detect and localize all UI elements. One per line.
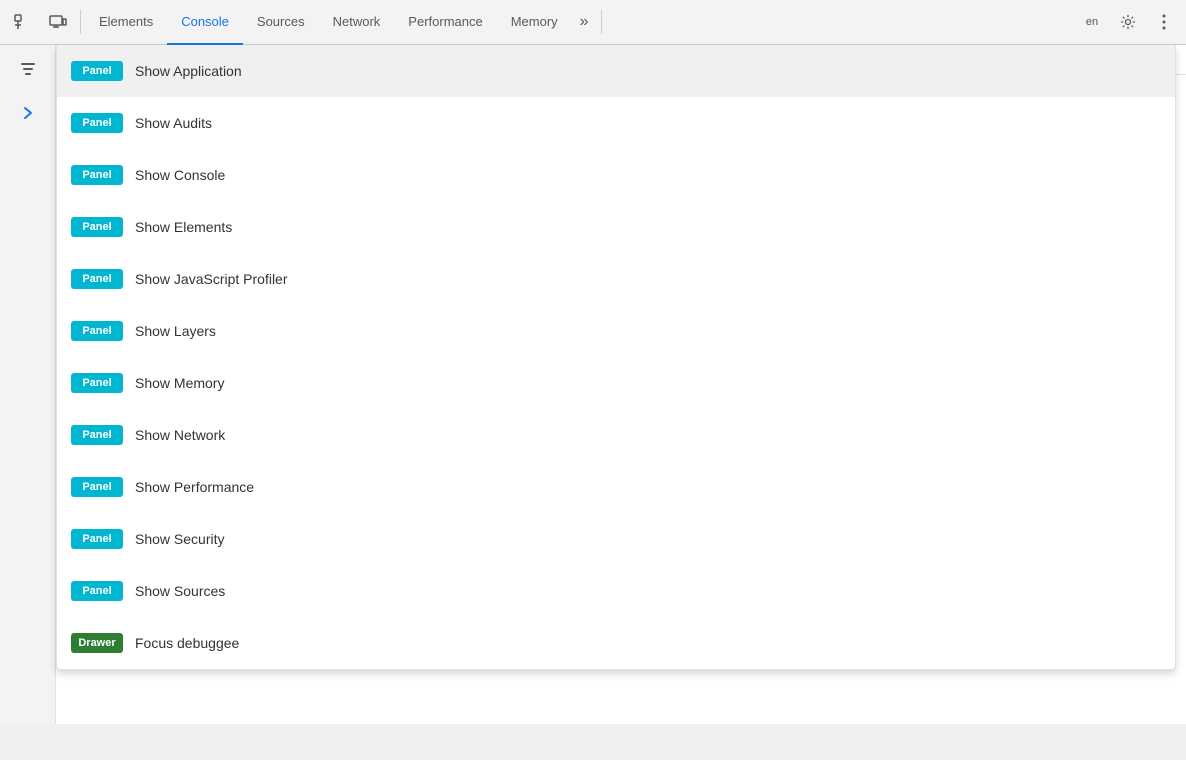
console-filter-btn[interactable] <box>12 53 44 85</box>
left-sidebar <box>0 45 56 724</box>
badge-panel: Panel <box>71 113 123 133</box>
badge-panel: Panel <box>71 529 123 549</box>
badge-panel: Panel <box>71 217 123 237</box>
badge-drawer: Drawer <box>71 633 123 653</box>
settings-btn[interactable] <box>1110 4 1146 40</box>
show-console-sidebar-icon <box>19 60 37 78</box>
dropdown-item-focus-debuggee[interactable]: Drawer Focus debuggee <box>57 617 1175 669</box>
main-area: > PanelShow ApplicationPanelShow AuditsP… <box>0 45 1186 724</box>
tab-elements[interactable]: Elements <box>85 0 167 45</box>
badge-panel: Panel <box>71 373 123 393</box>
chevron-right-icon <box>22 104 34 122</box>
dropdown-item-label: Show Security <box>135 531 224 547</box>
dropdown-item-show-javascript-profiler[interactable]: Panel Show JavaScript Profiler <box>57 253 1175 305</box>
dropdown-item-show-network[interactable]: Panel Show Network <box>57 409 1175 461</box>
tab-network[interactable]: Network <box>319 0 395 45</box>
dropdown-item-show-elements[interactable]: Panel Show Elements <box>57 201 1175 253</box>
dropdown-item-show-application[interactable]: Panel Show Application <box>57 45 1175 97</box>
dropdown-item-show-performance[interactable]: Panel Show Performance <box>57 461 1175 513</box>
badge-panel: Panel <box>71 269 123 289</box>
toolbar-divider <box>80 10 81 34</box>
dropdown-item-label: Focus debuggee <box>135 635 239 651</box>
more-menu-btn[interactable] <box>1146 4 1182 40</box>
badge-panel: Panel <box>71 165 123 185</box>
devtools-toolbar: Elements Console Sources Network Perform… <box>0 0 1186 45</box>
badge-panel: Panel <box>71 321 123 341</box>
dropdown-item-show-memory[interactable]: Panel Show Memory <box>57 357 1175 409</box>
dropdown-item-label: Show Elements <box>135 219 232 235</box>
inspect-icon <box>13 13 31 31</box>
dropdown-item-show-sources[interactable]: Panel Show Sources <box>57 565 1175 617</box>
more-icon <box>1162 14 1166 30</box>
dropdown-item-label: Show Application <box>135 63 242 79</box>
responsive-icon-btn[interactable] <box>40 4 76 40</box>
command-dropdown: PanelShow ApplicationPanelShow AuditsPan… <box>56 45 1176 670</box>
locale-btn[interactable]: en <box>1074 4 1110 40</box>
tab-sources[interactable]: Sources <box>243 0 319 45</box>
dropdown-container: > PanelShow ApplicationPanelShow AuditsP… <box>56 45 1186 724</box>
settings-icon <box>1120 14 1136 30</box>
badge-panel: Panel <box>71 581 123 601</box>
tab-memory[interactable]: Memory <box>497 0 572 45</box>
dropdown-item-label: Show Performance <box>135 479 254 495</box>
badge-panel: Panel <box>71 425 123 445</box>
dropdown-item-label: Show Console <box>135 167 225 183</box>
badge-panel: Panel <box>71 61 123 81</box>
tab-console[interactable]: Console <box>167 0 243 45</box>
dropdown-item-label: Show Layers <box>135 323 216 339</box>
dropdown-item-show-audits[interactable]: Panel Show Audits <box>57 97 1175 149</box>
dropdown-item-label: Show Network <box>135 427 225 443</box>
dropdown-item-show-console[interactable]: Panel Show Console <box>57 149 1175 201</box>
tab-overflow-btn[interactable]: » <box>572 0 597 45</box>
dropdown-item-label: Show JavaScript Profiler <box>135 271 288 287</box>
tab-performance[interactable]: Performance <box>394 0 496 45</box>
expand-sidebar-btn[interactable] <box>12 97 44 129</box>
dropdown-item-show-security[interactable]: Panel Show Security <box>57 513 1175 565</box>
badge-panel: Panel <box>71 477 123 497</box>
responsive-icon <box>49 13 67 31</box>
dropdown-item-show-layers[interactable]: Panel Show Layers <box>57 305 1175 357</box>
inspect-icon-btn[interactable] <box>4 4 40 40</box>
toolbar-divider-2 <box>601 10 602 34</box>
toolbar-right: en <box>1074 4 1182 40</box>
dropdown-item-label: Show Memory <box>135 375 224 391</box>
dropdown-item-label: Show Sources <box>135 583 225 599</box>
dropdown-item-label: Show Audits <box>135 115 212 131</box>
